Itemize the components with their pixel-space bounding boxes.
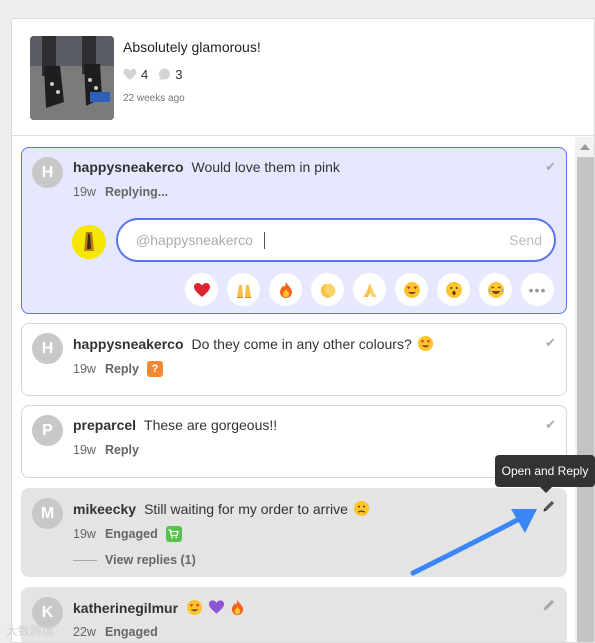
comment-text-line: happysneakerco Do they come in any other…: [73, 335, 434, 352]
comment-username[interactable]: preparcel: [73, 417, 136, 433]
post-time: 22 weeks ago: [123, 93, 185, 104]
comment-text: Would love them in pink: [191, 159, 340, 175]
likes-stat: 4: [123, 67, 148, 82]
comment-text: Do they come in any other colours?: [191, 335, 412, 352]
fire-emoji-icon: [230, 599, 247, 616]
comment-username[interactable]: happysneakerco: [73, 336, 184, 352]
comment-card[interactable]: K katherinegilmur 22w Engaged: [21, 587, 567, 642]
comment-username[interactable]: katherinegilmur: [73, 600, 178, 616]
comment-meta: 19w Reply ?: [73, 361, 163, 377]
comment-meta: 22w Engaged: [73, 625, 166, 639]
confused-emoji-icon: [353, 500, 370, 517]
comment-text-line: mikeecky Still waiting for my order to a…: [73, 500, 370, 517]
reply-link[interactable]: Reply: [105, 362, 139, 376]
view-replies-label[interactable]: View replies (1): [105, 553, 196, 567]
comment-card[interactable]: H happysneakerco Do they come in any oth…: [21, 323, 567, 396]
clap-emoji-icon[interactable]: [311, 273, 344, 306]
text-caret: [264, 232, 265, 249]
heart-eyes-emoji-icon: [186, 599, 203, 616]
purple-heart-icon: [208, 599, 225, 616]
send-button[interactable]: Send: [509, 232, 542, 248]
comment-username[interactable]: happysneakerco: [73, 159, 184, 175]
reply-link[interactable]: Reply: [105, 443, 139, 457]
post-header: Absolutely glamorous! 4 3 22 weeks ago: [12, 19, 594, 136]
comment-username[interactable]: mikeecky: [73, 501, 136, 517]
annotation-arrow-icon: [410, 509, 537, 576]
surprised-emoji-icon[interactable]: [437, 273, 470, 306]
scrollbar-thumb[interactable]: [577, 157, 594, 642]
reply-input-box[interactable]: Send: [116, 218, 556, 262]
raised-hands-emoji-icon[interactable]: [227, 273, 260, 306]
divider: [73, 559, 97, 561]
comment-meta: 19w Reply: [73, 443, 147, 457]
reply-input[interactable]: [136, 230, 456, 250]
comments-stat: 3: [158, 67, 182, 82]
user-avatar: [72, 225, 106, 259]
comment-text-line: katherinegilmur: [73, 599, 247, 616]
replying-status: Replying...: [104, 185, 169, 199]
emoji-quick-replies: •••: [185, 273, 563, 306]
comment-age: 19w: [73, 185, 96, 199]
comment-bubble-icon: [159, 68, 171, 81]
watermark: 大数跨境: [6, 624, 55, 638]
post-caption: Absolutely glamorous!: [123, 39, 261, 55]
comment-age: 22w: [73, 625, 96, 639]
comment-meta: 19w Engaged: [73, 526, 182, 542]
comment-age: 19w: [73, 362, 96, 376]
heart-eyes-emoji-icon[interactable]: [395, 273, 428, 306]
heart-emoji-icon[interactable]: [185, 273, 218, 306]
post-thumbnail[interactable]: [30, 36, 114, 120]
question-badge: ?: [146, 361, 163, 377]
comment-age: 19w: [73, 443, 96, 457]
comment-text: These are gorgeous!!: [144, 417, 278, 433]
avatar: M: [32, 498, 63, 529]
check-icon[interactable]: ✔: [545, 159, 556, 175]
likes-count: 4: [141, 67, 149, 82]
check-icon[interactable]: ✔: [545, 335, 556, 351]
avatar: H: [32, 157, 63, 188]
scroll-up-arrow-icon[interactable]: [580, 144, 590, 150]
pray-emoji-icon[interactable]: [353, 273, 386, 306]
comments-count: 3: [175, 67, 183, 82]
pencil-icon[interactable]: [542, 598, 556, 617]
comment-age: 19w: [73, 527, 96, 541]
laughing-emoji-icon[interactable]: [479, 273, 512, 306]
comment-meta: 19w Replying...: [73, 185, 176, 199]
comment-text: Still waiting for my order to arrive: [144, 500, 348, 517]
more-emoji-icon[interactable]: •••: [521, 273, 554, 306]
comment-card[interactable]: H happysneakerco Would love them in pink…: [21, 147, 567, 314]
engaged-status: Engaged: [104, 625, 158, 639]
cart-badge-icon: [165, 526, 182, 542]
post-stats: 4 3: [123, 67, 192, 82]
heart-icon: [123, 68, 137, 80]
comment-text-line: happysneakerco Would love them in pink: [73, 159, 340, 175]
avatar: H: [32, 333, 63, 364]
comment-text-line: preparcel These are gorgeous!!: [73, 417, 277, 433]
open-and-reply-tooltip: Open and Reply: [495, 455, 595, 493]
fire-emoji-icon[interactable]: [269, 273, 302, 306]
engaged-status: Engaged: [104, 527, 158, 541]
comment-card[interactable]: P preparcel These are gorgeous!! 19w Rep…: [21, 405, 567, 478]
view-replies-link[interactable]: View replies (1): [73, 553, 196, 567]
avatar: P: [32, 415, 63, 446]
heart-eyes-emoji-icon: [417, 335, 434, 352]
check-icon[interactable]: ✔: [545, 417, 556, 433]
